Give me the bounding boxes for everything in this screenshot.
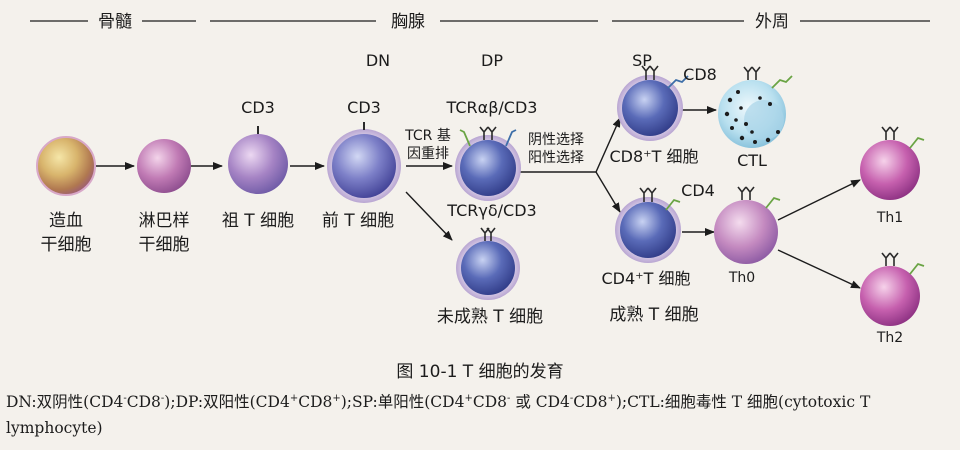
marker-cd3-pre-t: CD3 — [347, 98, 381, 117]
cell-th0 — [714, 186, 781, 264]
label-hsc-line1: 造血 — [49, 211, 83, 231]
legend-sp: SP:单阳性(CD4+CD8- 或 CD4-CD8+); — [352, 393, 628, 412]
cell-dp-tcr-ab — [455, 126, 521, 201]
region-bone-marrow: 骨髓 — [98, 12, 132, 32]
cell-pre-t — [327, 122, 401, 203]
label-hsc-line2: 干细胞 — [41, 235, 92, 255]
marker-cd3-pro-t: CD3 — [241, 98, 275, 117]
cell-ctl — [718, 66, 793, 148]
figure-legend: DN:双阴性(CD4-CD8-);DP:双阳性(CD4+CD8+);SP:单阳性… — [6, 386, 951, 441]
region-periphery: 外周 — [755, 12, 789, 32]
marker-cd4: CD4 — [681, 181, 715, 200]
label-mature-t: 成熟 T 细胞 — [609, 304, 698, 325]
stage-label-dp: DP — [481, 51, 503, 70]
label-negative-selection: 阴性选择 — [528, 132, 584, 148]
label-tcr-rearrange-line2: 因重排 — [407, 146, 449, 162]
cell-lymphoid-stem — [137, 139, 191, 193]
label-lymphoid-line1: 淋巴样 — [139, 211, 190, 231]
label-th1: Th1 — [876, 210, 903, 226]
label-cd4-t: CD4⁺T 细胞 — [602, 269, 691, 288]
label-immature-t: 未成熟 T 细胞 — [437, 306, 543, 327]
legend-dn: DN:双阴性(CD4-CD8-); — [6, 393, 176, 412]
label-ctl: CTL — [737, 151, 767, 170]
label-pro-t: 祖 T 细胞 — [222, 211, 294, 231]
legend-dp: DP:双阳性(CD4+CD8+); — [175, 393, 353, 412]
label-positive-selection: 阳性选择 — [528, 150, 584, 166]
cell-pro-t — [228, 126, 288, 194]
cell-th2 — [860, 252, 925, 326]
label-cd8-t: CD8⁺T 细胞 — [610, 147, 699, 166]
label-tcr-rearrange-line1: TCR 基 — [404, 127, 451, 144]
cell-cd4-sp — [615, 187, 681, 263]
marker-tcr-ab: TCRαβ/CD3 — [446, 98, 538, 117]
figure-caption: 图 10-1 T 细胞的发育 — [396, 362, 564, 382]
region-thymus: 胸腺 — [391, 12, 425, 32]
cell-hsc — [36, 136, 96, 196]
marker-cd8: CD8 — [683, 65, 717, 84]
t-cell-development-diagram: 骨髓 胸腺 外周 DN DP SP 造血 干细胞 淋巴样 干细胞 CD3 祖 T… — [30, 12, 930, 346]
stage-label-dn: DN — [366, 51, 390, 70]
label-th0: Th0 — [728, 270, 755, 286]
cell-th1 — [860, 126, 925, 200]
cell-immature-tcr-gd — [456, 227, 520, 300]
label-pre-t: 前 T 细胞 — [322, 211, 394, 231]
label-lymphoid-line2: 干细胞 — [139, 235, 190, 255]
label-th2: Th2 — [876, 330, 903, 346]
cell-cd8-sp — [617, 65, 689, 141]
marker-tcr-gd: TCRγδ/CD3 — [446, 201, 536, 220]
